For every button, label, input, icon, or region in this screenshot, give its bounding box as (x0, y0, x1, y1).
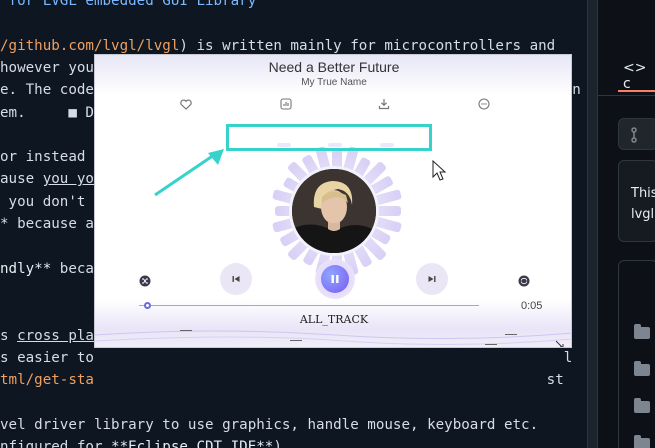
music-player-window: Need a Better Future My True Name 0:05 A… (94, 54, 572, 348)
code-text: for LVGL embedded GUI Library (0, 0, 257, 9)
shuffle-icon (139, 275, 151, 287)
progress-track[interactable] (139, 305, 479, 306)
code-line: tml/get-sta st (0, 369, 564, 391)
code-text: cross pla (17, 327, 94, 344)
album-disc (268, 145, 403, 277)
album-cover (289, 166, 379, 256)
file-list (618, 260, 655, 448)
tab-separator (598, 95, 655, 96)
code-text: beca (51, 260, 94, 277)
code-text: **Eclipse CDT IDE** (111, 439, 274, 448)
code-text: s easier to l (0, 349, 573, 366)
pause-icon (321, 265, 349, 293)
folder-icon[interactable] (634, 361, 650, 376)
code-text: ndly** (0, 260, 52, 277)
code-line: or instead (0, 146, 85, 168)
song-title: Need a Better Future (268, 59, 400, 75)
heart-icon[interactable] (179, 97, 193, 111)
code-line: em. ■ D (0, 102, 94, 124)
code-text: nfigured for (0, 439, 112, 448)
code-line: for LVGL embedded GUI Library (0, 0, 257, 12)
song-artist: My True Name (301, 77, 367, 88)
about-line-1: This (631, 186, 655, 201)
highlight-box (226, 124, 432, 151)
code-line: nfigured for **Eclipse CDT IDE**) (0, 436, 282, 448)
folder-icon[interactable] (634, 398, 650, 413)
branch-icon (631, 127, 637, 143)
tab-code[interactable]: <> c (623, 60, 655, 92)
code-text: you yo (42, 171, 94, 188)
next-icon (428, 276, 436, 282)
repeat-icon (518, 275, 530, 287)
code-text: em. ■ D (0, 104, 94, 121)
code-text: /github.com/lvgl/lvgl (0, 37, 180, 54)
mouse-cursor-icon (432, 160, 447, 181)
code-line: ndly** beca (0, 258, 94, 280)
code-line: vel driver library to use graphics, hand… (0, 414, 538, 436)
code-text: vel driver library to use graphics, hand… (0, 416, 539, 433)
branch-button[interactable] (618, 118, 655, 150)
folder-icon[interactable] (634, 324, 650, 339)
chat-icon[interactable] (477, 97, 491, 111)
annotation-arrow-icon (154, 149, 224, 197)
tab-active-underline (618, 90, 655, 92)
panel-divider[interactable] (587, 0, 597, 448)
shuffle-button[interactable] (138, 274, 152, 288)
code-text: ) (273, 439, 282, 448)
code-text: or instead (0, 149, 86, 166)
download-icon[interactable] (377, 97, 391, 111)
chart-icon[interactable] (279, 97, 293, 111)
repeat-button[interactable] (517, 274, 531, 288)
about-line-2: lvgl (631, 207, 655, 222)
progress-knob[interactable] (143, 302, 151, 309)
code-text: ) is written mainly for microcontrollers… (179, 37, 556, 54)
code-icon: <> (623, 60, 647, 76)
elapsed-time: 0:05 (521, 300, 543, 312)
wave-decoration (95, 330, 571, 346)
previous-icon (232, 276, 240, 282)
resize-grip-icon[interactable] (555, 339, 565, 348)
previous-button[interactable] (220, 263, 252, 295)
code-text: s (0, 327, 18, 344)
next-button[interactable] (416, 263, 448, 295)
right-panel: <> c This lvgl (597, 0, 655, 448)
code-text: st (93, 372, 564, 389)
about-box: This lvgl (618, 160, 655, 242)
folder-icon[interactable] (634, 435, 650, 448)
code-line: s easier to l (0, 347, 572, 369)
code-text: ause (0, 171, 43, 188)
play-pause-button[interactable] (315, 259, 355, 299)
code-text: tml/get-sta (0, 372, 94, 389)
